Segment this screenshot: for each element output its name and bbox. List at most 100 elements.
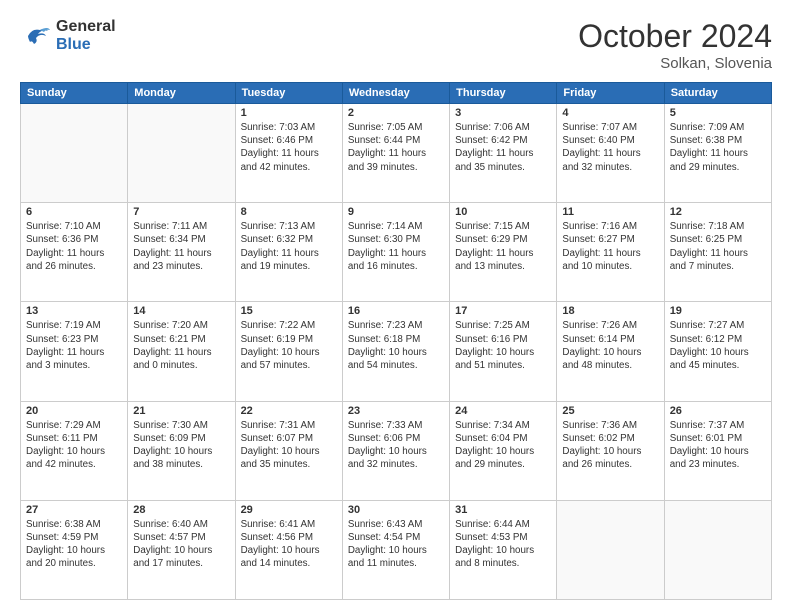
month-title: October 2024 (578, 18, 772, 55)
day-number: 14 (133, 305, 229, 317)
day-info: Sunrise: 7:18 AM Sunset: 6:25 PM Dayligh… (670, 220, 766, 273)
day-number: 22 (241, 405, 337, 417)
calendar-dow-wednesday: Wednesday (342, 83, 449, 104)
calendar-cell: 18 Sunrise: 7:26 AM Sunset: 6:14 PM Dayli… (557, 302, 664, 401)
day-number: 13 (26, 305, 122, 317)
day-info: Sunrise: 7:16 AM Sunset: 6:27 PM Dayligh… (562, 220, 658, 273)
calendar-cell: 4Sunrise: 7:07 AM Sunset: 6:40 PM Daylig… (557, 104, 664, 203)
calendar-dow-thursday: Thursday (450, 83, 557, 104)
day-info: Sunrise: 6:38 AM Sunset: 4:59 PM Dayligh… (26, 518, 122, 571)
calendar-cell: 5Sunrise: 7:09 AM Sunset: 6:38 PM Daylig… (664, 104, 771, 203)
calendar-cell: 12 Sunrise: 7:18 AM Sunset: 6:25 PM Dayli… (664, 203, 771, 302)
day-info: Sunrise: 7:15 AM Sunset: 6:29 PM Dayligh… (455, 220, 551, 273)
calendar-cell (21, 104, 128, 203)
calendar-dow-sunday: Sunday (21, 83, 128, 104)
day-number: 8 (241, 206, 337, 218)
day-number: 12 (670, 206, 766, 218)
calendar-cell: 13 Sunrise: 7:19 AM Sunset: 6:23 PM Dayli… (21, 302, 128, 401)
calendar-cell (557, 500, 664, 599)
calendar-dow-monday: Monday (128, 83, 235, 104)
day-number: 27 (26, 504, 122, 516)
calendar-cell: 2Sunrise: 7:05 AM Sunset: 6:44 PM Daylig… (342, 104, 449, 203)
day-number: 29 (241, 504, 337, 516)
day-info: Sunrise: 7:26 AM Sunset: 6:14 PM Dayligh… (562, 319, 658, 372)
day-info: Sunrise: 7:06 AM Sunset: 6:42 PM Dayligh… (455, 121, 551, 174)
calendar-table: SundayMondayTuesdayWednesdayThursdayFrid… (20, 82, 772, 600)
calendar-cell: 24 Sunrise: 7:34 AM Sunset: 6:04 PM Dayli… (450, 401, 557, 500)
page: General Blue October 2024 Solkan, Sloven… (0, 0, 792, 612)
day-info: Sunrise: 7:11 AM Sunset: 6:34 PM Dayligh… (133, 220, 229, 273)
day-info: Sunrise: 7:27 AM Sunset: 6:12 PM Dayligh… (670, 319, 766, 372)
logo: General Blue (20, 18, 116, 53)
day-number: 3 (455, 107, 551, 119)
calendar-cell: 27 Sunrise: 6:38 AM Sunset: 4:59 PM Dayli… (21, 500, 128, 599)
day-info: Sunrise: 6:43 AM Sunset: 4:54 PM Dayligh… (348, 518, 444, 571)
calendar-cell: 14Sunrise: 7:20 AM Sunset: 6:21 PM Dayli… (128, 302, 235, 401)
day-info: Sunrise: 6:40 AM Sunset: 4:57 PM Dayligh… (133, 518, 229, 571)
day-info: Sunrise: 7:33 AM Sunset: 6:06 PM Dayligh… (348, 419, 444, 472)
day-number: 28 (133, 504, 229, 516)
day-info: Sunrise: 7:30 AM Sunset: 6:09 PM Dayligh… (133, 419, 229, 472)
calendar-cell: 17Sunrise: 7:25 AM Sunset: 6:16 PM Dayli… (450, 302, 557, 401)
calendar-cell: 21Sunrise: 7:30 AM Sunset: 6:09 PM Dayli… (128, 401, 235, 500)
day-info: Sunrise: 7:19 AM Sunset: 6:23 PM Dayligh… (26, 319, 122, 372)
location: Solkan, Slovenia (578, 55, 772, 72)
calendar-cell: 8Sunrise: 7:13 AM Sunset: 6:32 PM Daylig… (235, 203, 342, 302)
day-number: 10 (455, 206, 551, 218)
day-number: 18 (562, 305, 658, 317)
day-info: Sunrise: 7:37 AM Sunset: 6:01 PM Dayligh… (670, 419, 766, 472)
day-number: 11 (562, 206, 658, 218)
calendar-cell: 23 Sunrise: 7:33 AM Sunset: 6:06 PM Dayli… (342, 401, 449, 500)
calendar-dow-saturday: Saturday (664, 83, 771, 104)
calendar-dow-friday: Friday (557, 83, 664, 104)
day-number: 23 (348, 405, 444, 417)
day-info: Sunrise: 7:10 AM Sunset: 6:36 PM Dayligh… (26, 220, 122, 273)
logo-text-line2: Blue (56, 36, 116, 54)
calendar-cell: 22 Sunrise: 7:31 AM Sunset: 6:07 PM Dayli… (235, 401, 342, 500)
calendar-cell: 31 Sunrise: 6:44 AM Sunset: 4:53 PM Dayli… (450, 500, 557, 599)
calendar-dow-tuesday: Tuesday (235, 83, 342, 104)
calendar-cell: 15 Sunrise: 7:22 AM Sunset: 6:19 PM Dayli… (235, 302, 342, 401)
day-number: 20 (26, 405, 122, 417)
calendar-cell: 1Sunrise: 7:03 AM Sunset: 6:46 PM Daylig… (235, 104, 342, 203)
calendar-week-2: 6 Sunrise: 7:10 AM Sunset: 6:36 PM Daylig… (21, 203, 772, 302)
day-info: Sunrise: 6:44 AM Sunset: 4:53 PM Dayligh… (455, 518, 551, 571)
day-number: 2 (348, 107, 444, 119)
calendar-cell: 10 Sunrise: 7:15 AM Sunset: 6:29 PM Dayli… (450, 203, 557, 302)
day-number: 15 (241, 305, 337, 317)
title-block: October 2024 Solkan, Slovenia (578, 18, 772, 72)
calendar-week-3: 13 Sunrise: 7:19 AM Sunset: 6:23 PM Dayli… (21, 302, 772, 401)
calendar-cell (128, 104, 235, 203)
day-info: Sunrise: 7:29 AM Sunset: 6:11 PM Dayligh… (26, 419, 122, 472)
day-number: 9 (348, 206, 444, 218)
calendar-header-row: SundayMondayTuesdayWednesdayThursdayFrid… (21, 83, 772, 104)
calendar-cell: 30 Sunrise: 6:43 AM Sunset: 4:54 PM Dayli… (342, 500, 449, 599)
calendar-cell: 19Sunrise: 7:27 AM Sunset: 6:12 PM Dayli… (664, 302, 771, 401)
day-number: 24 (455, 405, 551, 417)
calendar-cell: 3 Sunrise: 7:06 AM Sunset: 6:42 PM Daylig… (450, 104, 557, 203)
day-number: 16 (348, 305, 444, 317)
day-number: 30 (348, 504, 444, 516)
day-info: Sunrise: 7:36 AM Sunset: 6:02 PM Dayligh… (562, 419, 658, 472)
day-info: Sunrise: 7:09 AM Sunset: 6:38 PM Dayligh… (670, 121, 766, 174)
day-info: Sunrise: 6:41 AM Sunset: 4:56 PM Dayligh… (241, 518, 337, 571)
calendar-week-5: 27 Sunrise: 6:38 AM Sunset: 4:59 PM Dayli… (21, 500, 772, 599)
calendar-cell: 7Sunrise: 7:11 AM Sunset: 6:34 PM Daylig… (128, 203, 235, 302)
logo-text-line1: General (56, 18, 116, 36)
day-number: 26 (670, 405, 766, 417)
calendar-cell: 25Sunrise: 7:36 AM Sunset: 6:02 PM Dayli… (557, 401, 664, 500)
calendar-cell: 6 Sunrise: 7:10 AM Sunset: 6:36 PM Daylig… (21, 203, 128, 302)
day-number: 4 (562, 107, 658, 119)
day-info: Sunrise: 7:22 AM Sunset: 6:19 PM Dayligh… (241, 319, 337, 372)
calendar-cell: 9Sunrise: 7:14 AM Sunset: 6:30 PM Daylig… (342, 203, 449, 302)
day-number: 31 (455, 504, 551, 516)
day-info: Sunrise: 7:25 AM Sunset: 6:16 PM Dayligh… (455, 319, 551, 372)
day-info: Sunrise: 7:34 AM Sunset: 6:04 PM Dayligh… (455, 419, 551, 472)
calendar-cell (664, 500, 771, 599)
day-info: Sunrise: 7:23 AM Sunset: 6:18 PM Dayligh… (348, 319, 444, 372)
calendar-cell: 29 Sunrise: 6:41 AM Sunset: 4:56 PM Dayli… (235, 500, 342, 599)
day-number: 6 (26, 206, 122, 218)
calendar-cell: 11 Sunrise: 7:16 AM Sunset: 6:27 PM Dayli… (557, 203, 664, 302)
calendar-cell: 20 Sunrise: 7:29 AM Sunset: 6:11 PM Dayli… (21, 401, 128, 500)
day-info: Sunrise: 7:31 AM Sunset: 6:07 PM Dayligh… (241, 419, 337, 472)
